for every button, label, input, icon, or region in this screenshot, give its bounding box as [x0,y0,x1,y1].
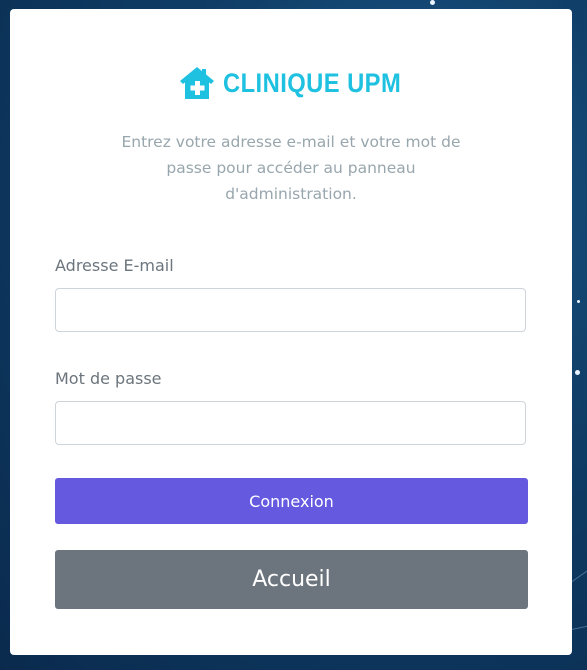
brand-logo: CLINIQUE UPM [10,66,572,100]
background-star [430,0,435,5]
intro-text: Entrez votre adresse e-mail et votre mot… [121,133,461,203]
password-label: Mot de passe [55,369,162,388]
email-label: Adresse E-mail [55,256,174,275]
house-medical-icon [179,67,214,99]
login-card: CLINIQUE UPM Entrez votre adresse e-mail… [10,9,572,655]
login-button[interactable]: Connexion [55,478,528,524]
background-star [575,370,580,375]
brand-name: CLINIQUE UPM [222,67,401,98]
email-field[interactable] [55,288,526,332]
home-button[interactable]: Accueil [55,550,528,609]
background-star [577,300,580,303]
password-field[interactable] [55,401,526,445]
